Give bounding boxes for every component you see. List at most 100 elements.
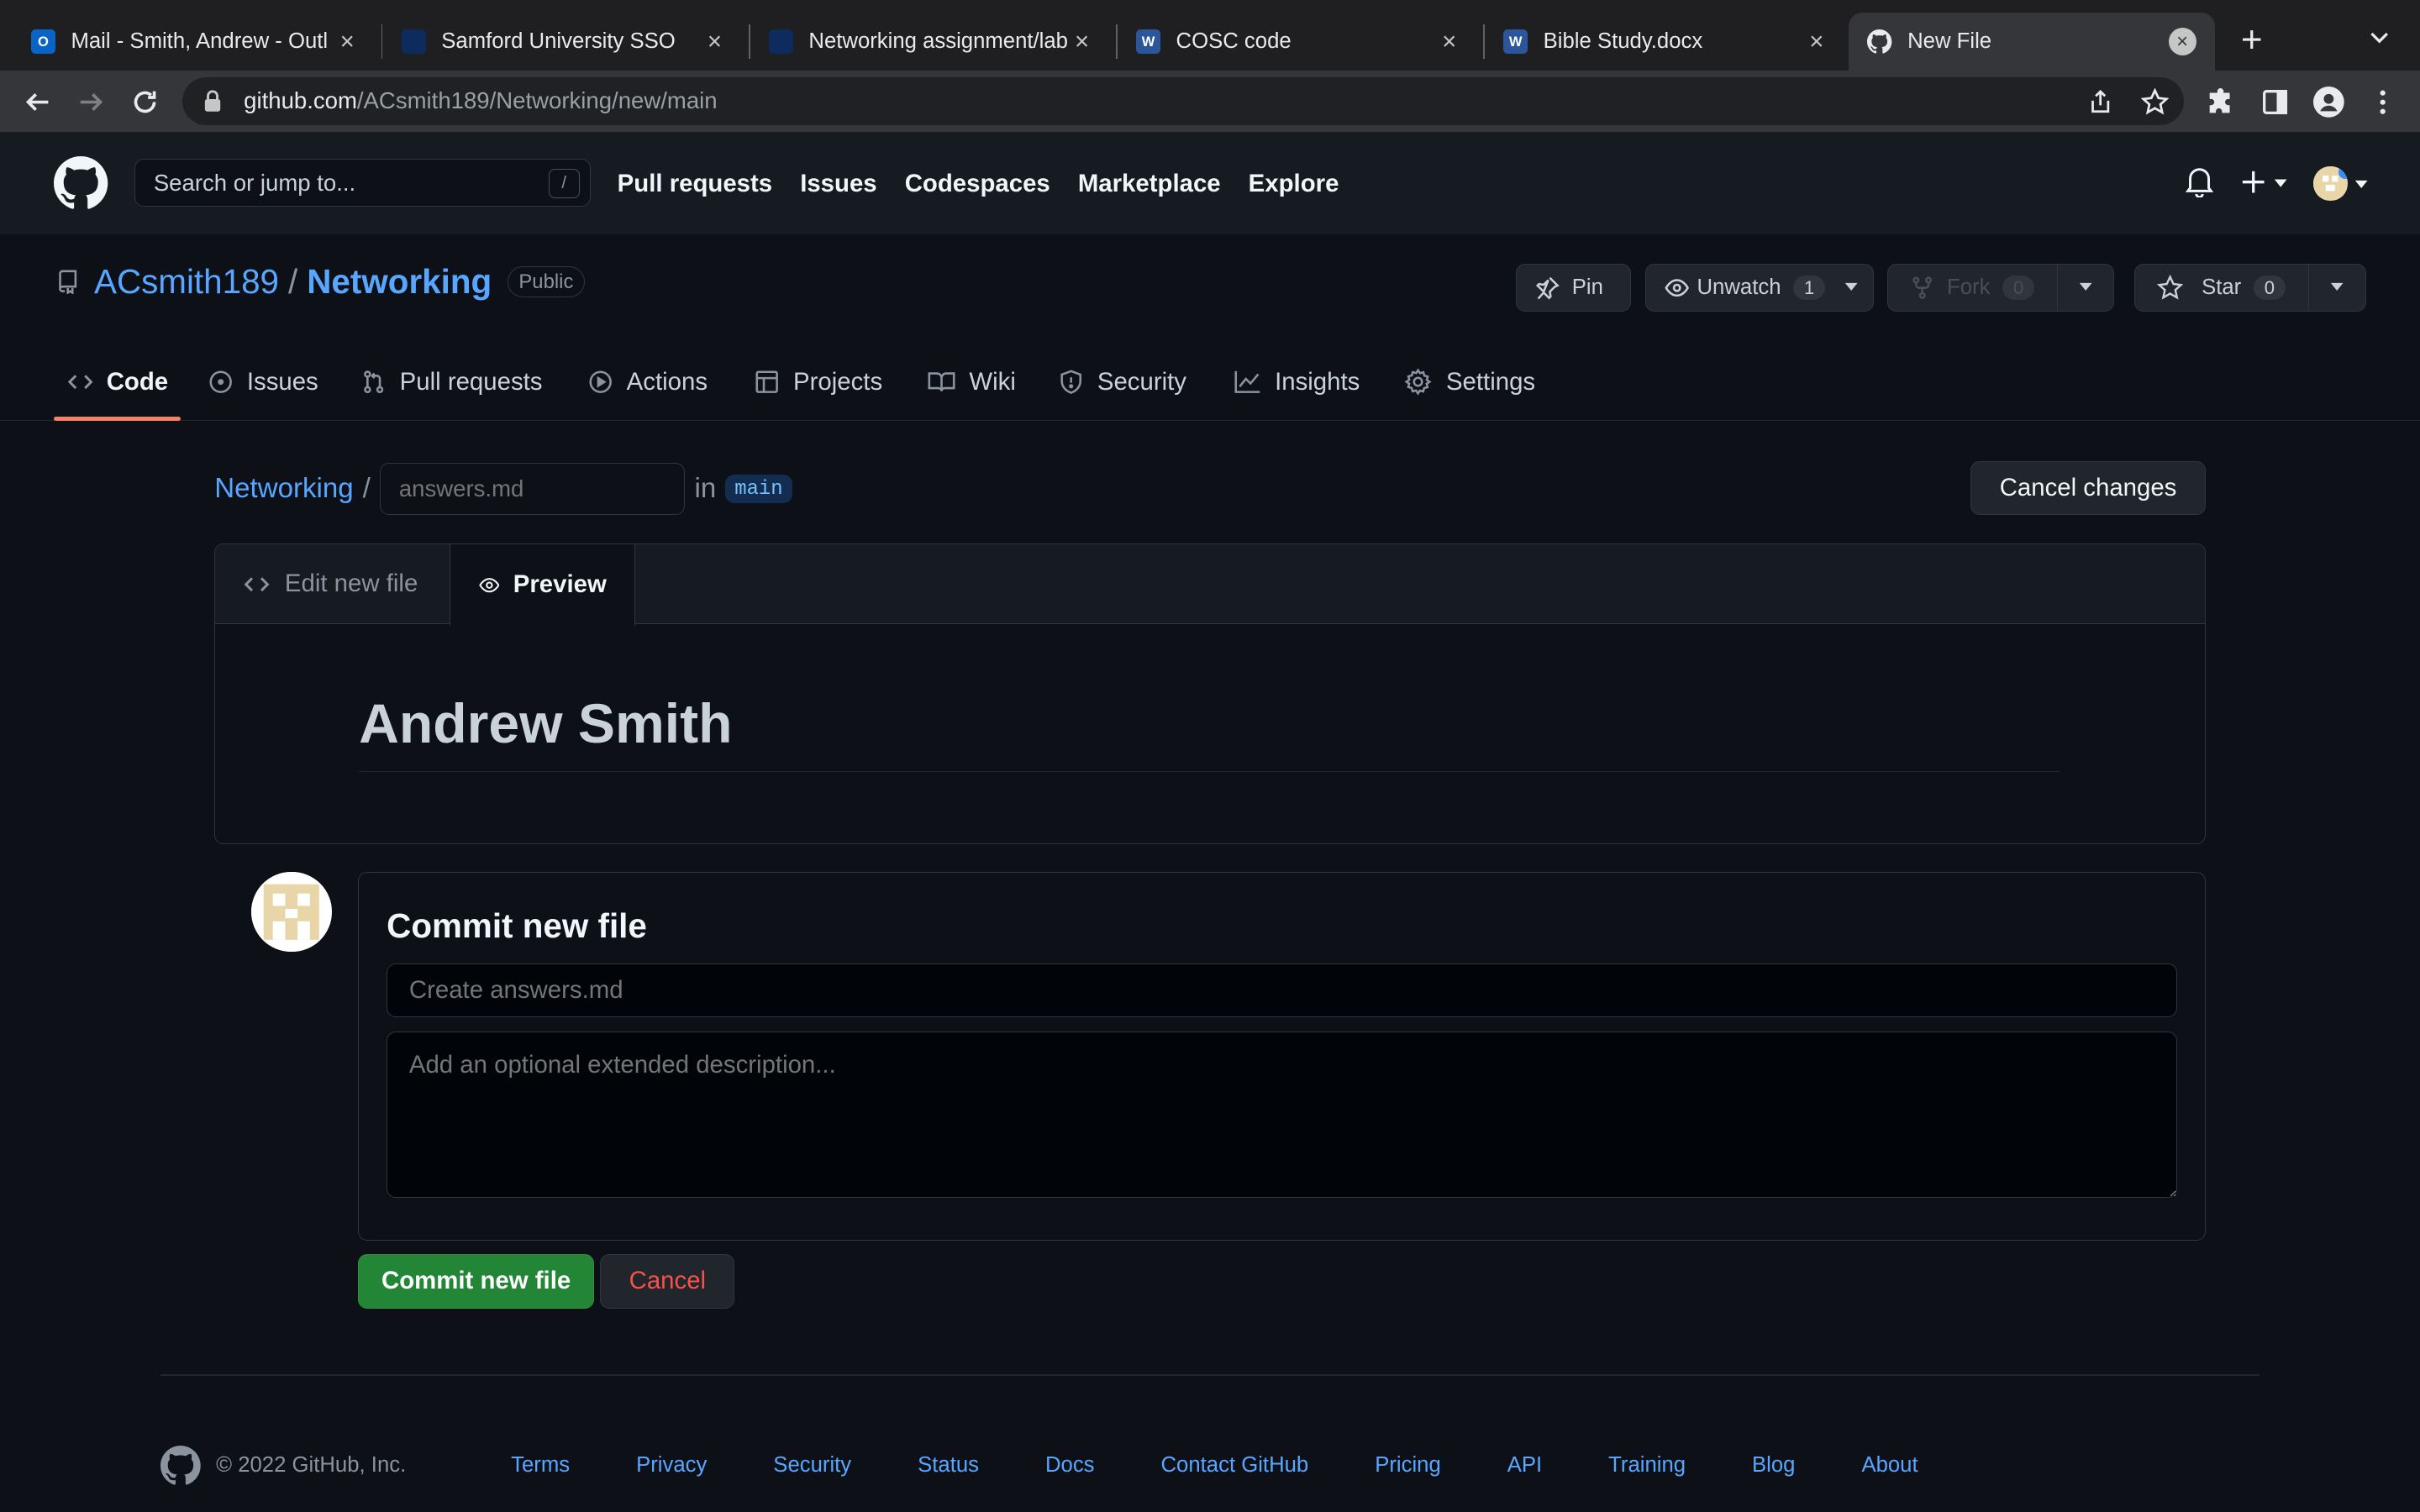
close-tab-icon[interactable]: ×	[1068, 28, 1096, 55]
footer-link-docs[interactable]: Docs	[1045, 1453, 1095, 1478]
back-arrow-icon[interactable]	[20, 85, 54, 118]
extensions-puzzle-icon[interactable]	[2204, 85, 2238, 118]
samford-icon	[401, 29, 426, 55]
tab-edit-new-file[interactable]: Edit new file	[215, 544, 445, 625]
eye-icon	[478, 577, 500, 592]
tab-search-chevron-icon[interactable]	[2367, 24, 2391, 49]
user-avatar[interactable]	[2313, 166, 2348, 201]
star-button[interactable]: Star 0	[2134, 264, 2366, 312]
footer-link-status[interactable]: Status	[918, 1453, 979, 1478]
footer-link-security[interactable]: Security	[773, 1453, 851, 1478]
cancel-button[interactable]: Cancel	[600, 1254, 735, 1309]
close-tab-icon[interactable]: ×	[1802, 28, 1830, 55]
commit-new-file-button[interactable]: Commit new file	[358, 1254, 595, 1309]
notifications-bell-icon[interactable]	[2185, 166, 2213, 198]
watch-button[interactable]: Unwatch 1	[1644, 264, 1875, 312]
avatar-dropdown-caret-icon[interactable]	[2354, 179, 2369, 192]
browser-tab-mail[interactable]: O Mail - Smith, Andrew - Outl ×	[13, 13, 380, 71]
doc-icon	[768, 29, 794, 55]
url-text: github.com/ACsmith189/Networking/new/mai…	[244, 87, 717, 114]
commit-form-title: Commit new file	[387, 906, 647, 946]
nav-pull-requests[interactable]: Pull requests	[618, 170, 772, 198]
dropdown-caret-icon	[2330, 283, 2344, 291]
tab-pull-requests[interactable]: Pull requests	[361, 343, 542, 422]
tab-insights[interactable]: Insights	[1234, 343, 1360, 422]
nav-explore[interactable]: Explore	[1249, 170, 1339, 198]
tab-security-label: Security	[1097, 367, 1186, 396]
watch-button-main[interactable]: Unwatch 1	[1646, 265, 1875, 311]
share-icon[interactable]	[2084, 85, 2118, 118]
footer-link-terms[interactable]: Terms	[511, 1453, 570, 1478]
nav-marketplace[interactable]: Marketplace	[1078, 170, 1221, 198]
fork-button[interactable]: Fork 0	[1887, 264, 2115, 312]
dropdown-caret-icon	[1845, 283, 1858, 291]
forward-arrow-icon[interactable]	[74, 85, 108, 118]
tab-projects[interactable]: Projects	[755, 343, 882, 422]
footer-link-training[interactable]: Training	[1608, 1453, 1686, 1478]
new-tab-plus-icon[interactable]: +	[2235, 21, 2269, 59]
tab-title: Bible Study.docx	[1543, 29, 1703, 54]
browser-tab-new-file[interactable]: New File ×	[1849, 12, 2215, 71]
footer-copyright: © 2022 GitHub, Inc.	[216, 1453, 407, 1478]
search-input[interactable]: Search or jump to... /	[134, 159, 592, 207]
browser-tab-networking[interactable]: Networking assignment/lab ×	[750, 13, 1114, 71]
tab-preview[interactable]: Preview	[450, 543, 635, 626]
footer-github-logo-icon[interactable]	[160, 1445, 201, 1486]
lock-icon[interactable]	[203, 90, 222, 113]
nav-issues[interactable]: Issues	[800, 170, 876, 198]
nav-codespaces[interactable]: Codespaces	[905, 170, 1050, 198]
footer-link-about[interactable]: About	[1861, 1453, 1918, 1478]
side-panel-icon[interactable]	[2258, 85, 2291, 118]
breadcrumb-repo-link[interactable]: Networking	[214, 473, 353, 505]
close-tab-icon[interactable]: ×	[1435, 28, 1463, 55]
profile-icon[interactable]	[2312, 85, 2345, 118]
filename-input[interactable]	[379, 463, 686, 516]
footer-link-privacy[interactable]: Privacy	[636, 1453, 707, 1478]
repo-owner-link[interactable]: ACsmith189	[94, 262, 279, 302]
footer-link-blog[interactable]: Blog	[1752, 1453, 1795, 1478]
tab-code[interactable]: Code	[67, 343, 168, 422]
star-label: Star	[2202, 276, 2242, 300]
browser-tab-cosc[interactable]: W COSC code ×	[1118, 13, 1481, 71]
search-placeholder: Search or jump to...	[153, 169, 356, 196]
close-tab-icon[interactable]: ×	[2168, 28, 2196, 56]
graph-icon	[1234, 370, 1260, 393]
tab-settings[interactable]: Settings	[1404, 343, 1535, 422]
tab-wiki[interactable]: Wiki	[928, 343, 1016, 422]
commit-description-textarea[interactable]	[387, 1031, 2177, 1199]
outlook-icon: O	[30, 29, 56, 55]
browser-tab-samford[interactable]: Samford University SSO ×	[383, 13, 747, 71]
github-logo-icon[interactable]	[54, 155, 108, 210]
reload-icon[interactable]	[128, 85, 161, 118]
star-dropdown-button[interactable]	[2308, 265, 2365, 311]
url-path: /ACsmith189/Networking/new/main	[356, 87, 718, 114]
word-icon: W	[1502, 29, 1528, 55]
pin-button[interactable]: Pin	[1515, 264, 1632, 312]
search-shortcut-key: /	[548, 169, 580, 199]
tab-actions[interactable]: Actions	[588, 343, 708, 422]
close-tab-icon[interactable]: ×	[701, 28, 729, 55]
close-tab-icon[interactable]: ×	[334, 28, 361, 55]
fork-dropdown-button[interactable]	[2056, 265, 2114, 311]
repo-name-link[interactable]: Networking	[307, 262, 492, 302]
issue-icon	[209, 370, 232, 393]
fork-button-main[interactable]: Fork 0	[1888, 265, 2056, 311]
in-label: in	[694, 473, 717, 505]
tab-issues[interactable]: Issues	[208, 343, 318, 422]
repo-nav: Code Issues Pull requests Actions Projec…	[0, 343, 2420, 422]
bookmark-star-icon[interactable]	[2138, 85, 2171, 118]
browser-menu-icon[interactable]	[2366, 85, 2400, 118]
browser-tab-bible-study[interactable]: W Bible Study.docx ×	[1485, 13, 1849, 71]
address-bar[interactable]: github.com/ACsmith189/Networking/new/mai…	[182, 76, 2184, 125]
footer-link-pricing[interactable]: Pricing	[1375, 1453, 1441, 1478]
footer-link-contact[interactable]: Contact GitHub	[1161, 1453, 1309, 1478]
browser-toolbar: github.com/ACsmith189/Networking/new/mai…	[0, 71, 2420, 133]
fork-label: Fork	[1947, 276, 1991, 300]
word-icon: W	[1135, 29, 1161, 55]
cancel-changes-button[interactable]: Cancel changes	[1970, 461, 2206, 516]
create-new-plus-icon[interactable]	[2241, 170, 2289, 194]
star-button-main[interactable]: Star 0	[2135, 265, 2308, 311]
commit-message-input[interactable]	[387, 963, 2177, 1018]
tab-security[interactable]: Security	[1059, 343, 1186, 422]
footer-link-api[interactable]: API	[1507, 1453, 1542, 1478]
